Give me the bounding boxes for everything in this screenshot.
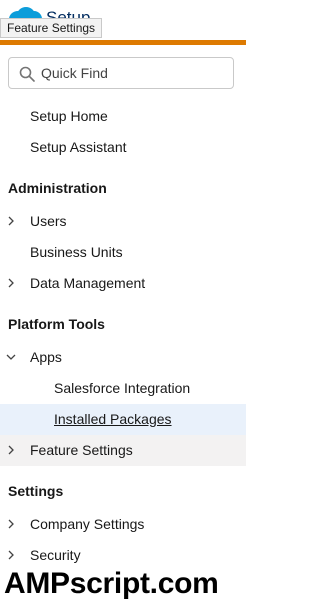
quick-find-search[interactable] [8, 57, 234, 89]
chevron-right-icon[interactable] [6, 216, 16, 226]
nav-item-label: Feature Settings [30, 442, 133, 458]
nav-item-label: Salesforce Integration [54, 380, 191, 396]
section-heading-settings: Settings [8, 483, 64, 499]
chevron-right-icon[interactable] [6, 550, 16, 560]
nav-item-label: Apps [30, 349, 62, 365]
watermark: AMPscript.com [4, 567, 219, 600]
nav-item-business-units[interactable]: Business Units [0, 237, 246, 268]
nav-item-setup-home[interactable]: Setup Home [0, 101, 246, 132]
nav-item-label: Setup Home [30, 108, 108, 124]
chevron-right-icon[interactable] [6, 519, 16, 529]
nav-item-label: Company Settings [30, 516, 145, 532]
section-heading-administration: Administration [8, 180, 107, 196]
nav-item-company-settings[interactable]: Company Settings [0, 509, 246, 540]
search-icon [19, 66, 35, 82]
nav-item-users[interactable]: Users [0, 206, 246, 237]
nav-item-feature-settings[interactable]: Feature Settings [0, 435, 246, 466]
app-header: Setup Feature Settings [0, 0, 246, 45]
chevron-down-icon[interactable] [6, 352, 16, 362]
tooltip: Feature Settings [0, 18, 103, 38]
nav-item-label: Data Management [30, 275, 146, 291]
accent-bar [0, 40, 246, 45]
nav-item-label: Setup Assistant [30, 139, 127, 155]
nav-item-apps[interactable]: Apps [0, 342, 246, 373]
nav-item-setup-assistant[interactable]: Setup Assistant [0, 132, 246, 163]
quick-find-input[interactable] [41, 62, 227, 84]
nav-item-label: Users [30, 213, 67, 229]
chevron-right-icon[interactable] [6, 278, 16, 288]
nav-item-data-management[interactable]: Data Management [0, 268, 246, 299]
nav-item-label: Installed Packages [54, 411, 172, 427]
nav-item-installed-packages[interactable]: Installed Packages [0, 404, 246, 435]
nav-item-label: Business Units [30, 244, 123, 260]
chevron-right-icon[interactable] [6, 445, 16, 455]
nav-item-salesforce-integration[interactable]: Salesforce Integration [0, 373, 246, 404]
section-heading-platform-tools: Platform Tools [8, 316, 105, 332]
